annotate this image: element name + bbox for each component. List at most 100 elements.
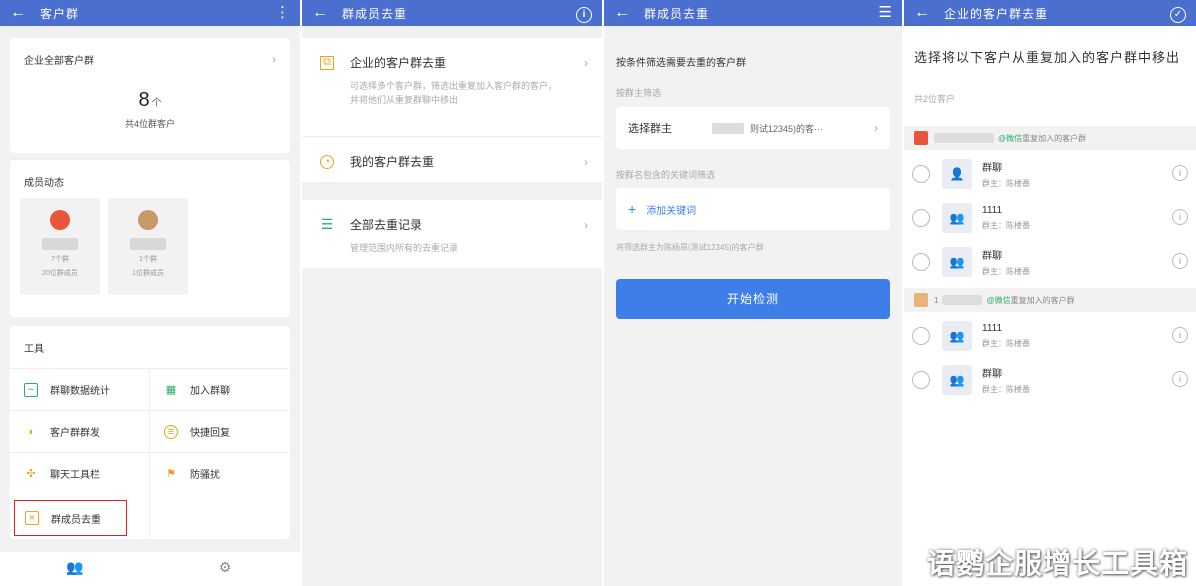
- entry-list-2: ☰ 全部去重记录 管理范围内所有的去重记录 ›: [302, 200, 602, 268]
- top-bar: ← 群成员去重 ☰: [604, 0, 902, 26]
- blurred-name: [712, 122, 744, 134]
- entry-title: 企业的客户群去重: [350, 56, 447, 70]
- back-arrow-icon[interactable]: ←: [10, 0, 32, 26]
- add-keyword-label: 添加关键词: [646, 205, 697, 217]
- group-name: 1111: [982, 323, 1003, 334]
- member-group-count: 1个群: [139, 256, 157, 263]
- enterprise-dedupe-screen: ← 企业的客户群去重 ✓ 选择将以下客户从重复加入的客户群中移出 共2位客户 @…: [904, 0, 1196, 586]
- keyword-filter-label: 按群名包含的关键词筛选: [616, 170, 716, 180]
- tool-join-group[interactable]: ▦ 加入群聊: [150, 368, 289, 410]
- chart-icon: ~: [24, 382, 38, 397]
- toolbar-icon: ✣: [26, 468, 36, 480]
- radio-button[interactable]: [912, 165, 930, 183]
- tool-anti-harassment[interactable]: ⚑ 防骚扰: [150, 452, 289, 494]
- chevron-right-icon: ›: [584, 218, 588, 232]
- top-bar: ← 客户群 ⋮: [0, 0, 300, 26]
- tool-label: 群聊数据统计: [50, 386, 110, 397]
- tool-group-stats[interactable]: ~ 群聊数据统计: [10, 368, 149, 410]
- watermark: 语鹦企服增长工具箱: [926, 548, 1188, 579]
- qrcode-icon: ▦: [165, 384, 177, 396]
- group-owner: 群主：陈楼番: [982, 221, 1030, 230]
- list-item[interactable]: 👤 群聊 群主：陈楼番 i: [904, 152, 1196, 196]
- tool-label: 客户群群发: [50, 428, 100, 439]
- info-icon[interactable]: i: [576, 0, 592, 26]
- entry-all-records[interactable]: ☰ 全部去重记录 管理范围内所有的去重记录 ›: [302, 200, 602, 268]
- tool-chat-toolbar[interactable]: ✣ 聊天工具栏: [10, 452, 149, 494]
- start-detection-button[interactable]: 开始检测: [616, 279, 890, 319]
- top-bar: ← 群成员去重 i: [302, 0, 602, 26]
- back-arrow-icon[interactable]: ←: [312, 0, 334, 26]
- group-avatar: 👥: [942, 203, 972, 233]
- nav-settings-icon[interactable]: ⚙: [150, 552, 300, 586]
- radio-button[interactable]: [912, 371, 930, 389]
- group-header-desc: 重复加入的客户群: [1010, 295, 1075, 305]
- member-card[interactable]: 7个群 20位群成员: [20, 198, 100, 295]
- more-vertical-icon[interactable]: ⋮: [275, 0, 290, 26]
- entry-enterprise-dedupe[interactable]: ⧉ 企业的客户群去重 可选择多个客户群，筛选出重复加入客户群的客户，并将他们从重…: [302, 38, 602, 136]
- nav-customers-icon[interactable]: 👥: [0, 552, 150, 586]
- info-icon[interactable]: i: [1172, 165, 1188, 181]
- customer-group-header: @微信 重复加入的客户群: [904, 126, 1196, 150]
- wechat-tag: @微信: [986, 295, 1011, 305]
- tool-member-dedupe[interactable]: × 群成员去重: [14, 500, 127, 536]
- info-icon[interactable]: i: [1172, 253, 1188, 269]
- info-icon[interactable]: i: [1172, 371, 1188, 387]
- group-owner: 群主：陈楼番: [982, 385, 1030, 394]
- group-name: 群聊: [982, 251, 1002, 262]
- filter-history-icon[interactable]: ☰: [879, 0, 892, 26]
- tools-card: 工具 ~ 群聊数据统计 ▦ 加入群聊 ◗ 客户群群发 ≡ 快捷回复 ✣ 聊天工具…: [10, 326, 290, 539]
- blurred-name: [934, 133, 994, 143]
- entry-my-dedupe[interactable]: ◔ 我的客户群去重 ›: [302, 136, 602, 182]
- flag-icon: ⚑: [166, 468, 176, 480]
- blurred-name: [130, 238, 166, 250]
- group-header-desc: 重复加入的客户群: [1022, 133, 1087, 143]
- tool-label: 防骚扰: [190, 470, 220, 481]
- group-avatar: 👥: [942, 365, 972, 395]
- tool-group-broadcast[interactable]: ◗ 客户群群发: [10, 410, 149, 452]
- add-keyword-button[interactable]: + 添加关键词: [616, 188, 890, 230]
- avatar: [50, 210, 70, 230]
- owner-select-label: 选择群主: [628, 123, 672, 135]
- plus-icon: +: [628, 201, 637, 217]
- radio-button[interactable]: [912, 253, 930, 271]
- back-arrow-icon[interactable]: ←: [914, 0, 936, 26]
- entry-desc: 可选择多个客户群，筛选出重复加入客户群的客户，并将他们从重复群聊中移出: [350, 81, 558, 105]
- broadcast-icon: ◗: [27, 425, 35, 438]
- group-avatar: 👥: [942, 321, 972, 351]
- entry-title: 全部去重记录: [350, 218, 423, 232]
- back-arrow-icon[interactable]: ←: [614, 0, 636, 26]
- member-dedupe-screen: ← 群成员去重 i ⧉ 企业的客户群去重 可选择多个客户群，筛选出重复加入客户群…: [302, 0, 602, 586]
- member-dedupe-filter-screen: ← 群成员去重 ☰ 按条件筛选需要去重的客户群 按群主筛选 选择群主 则试123…: [604, 0, 902, 586]
- tools-title: 工具: [24, 344, 44, 355]
- chevron-right-icon: ›: [874, 121, 878, 135]
- owner-select[interactable]: 选择群主 则试12345)的客··· ›: [616, 107, 890, 149]
- owner-filter-label: 按群主筛选: [616, 88, 662, 98]
- group-name: 1111: [982, 205, 1003, 216]
- blurred-name: [42, 238, 78, 250]
- list-item[interactable]: 👥 群聊 群主：陈楼番 i: [904, 240, 1196, 284]
- list-icon: ☰: [320, 216, 334, 232]
- page-title: 群成员去重: [644, 6, 710, 21]
- member-activity-card: 成员动态 7个群 20位群成员 1个群 1位群成员: [10, 160, 290, 317]
- group-owner: 群主：陈楼番: [982, 267, 1030, 276]
- info-icon[interactable]: i: [1172, 209, 1188, 225]
- customer-count: 共2位客户: [914, 94, 956, 104]
- info-icon[interactable]: i: [1172, 327, 1188, 343]
- group-customer-count: 共4位群客户: [124, 119, 175, 129]
- confirm-check-icon[interactable]: ✓: [1170, 0, 1186, 26]
- all-groups-card[interactable]: 企业全部客户群 › 8个 共4位群客户: [10, 38, 290, 153]
- tool-quick-reply[interactable]: ≡ 快捷回复: [150, 410, 289, 452]
- customer-groups-screen: ← 客户群 ⋮ 企业全部客户群 › 8个 共4位群客户 成员动态 7个群 20位…: [0, 0, 300, 586]
- list-item[interactable]: 👥 群聊 群主：陈楼番 i: [904, 358, 1196, 402]
- radio-button[interactable]: [912, 327, 930, 345]
- group-avatar: 👥: [942, 247, 972, 277]
- list-item[interactable]: 👥 1111 群主：陈楼番 i: [904, 196, 1196, 240]
- list-item[interactable]: 👥 1111 群主：陈楼番 i: [904, 314, 1196, 358]
- member-card[interactable]: 1个群 1位群成员: [108, 198, 188, 295]
- chevron-right-icon: ›: [584, 56, 588, 70]
- avatar: [914, 131, 928, 145]
- avatar: [914, 293, 928, 307]
- tool-label: 聊天工具栏: [50, 470, 100, 481]
- radio-button[interactable]: [912, 209, 930, 227]
- entry-title: 我的客户群去重: [350, 155, 435, 169]
